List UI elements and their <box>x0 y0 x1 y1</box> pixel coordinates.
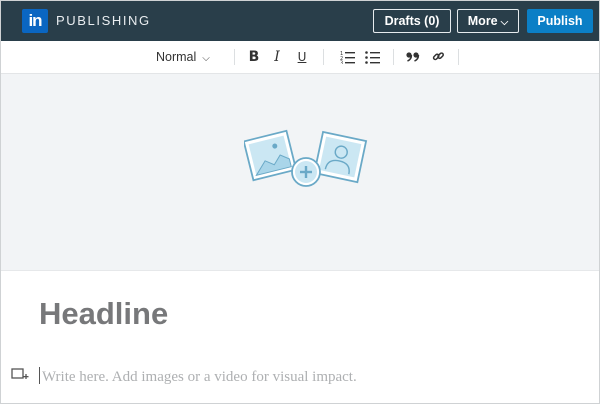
style-value: Normal <box>156 50 197 64</box>
text-caret <box>39 367 40 384</box>
more-button[interactable]: More ⌵ <box>457 9 519 33</box>
italic-button[interactable]: I <box>269 41 285 73</box>
quote-icon[interactable] <box>406 51 420 63</box>
chevron-down-icon: ⌵ <box>202 53 210 64</box>
cover-image-area[interactable] <box>1 74 599 271</box>
toolbar-divider <box>458 49 459 65</box>
chevron-down-icon: ⌵ <box>500 17 509 28</box>
toolbar-divider <box>234 49 235 65</box>
link-icon[interactable] <box>432 50 445 63</box>
formatting-toolbar: Normal ⌵ B I U 1 2 3 <box>1 41 599 74</box>
bold-button[interactable]: B <box>246 41 262 73</box>
drafts-button[interactable]: Drafts (0) <box>373 9 451 33</box>
body-text-input[interactable]: Write here. Add images or a video for vi… <box>39 367 357 385</box>
linkedin-logo[interactable]: in <box>22 9 48 33</box>
add-cover-image-icon[interactable] <box>244 128 368 204</box>
top-bar: in PUBLISHING Drafts (0) More ⌵ Publish <box>1 1 599 41</box>
bullet-list-icon[interactable] <box>365 50 381 64</box>
publish-label: Publish <box>537 14 583 28</box>
svg-text:3: 3 <box>340 61 343 65</box>
publishing-label: PUBLISHING <box>56 13 151 28</box>
ordered-list-icon[interactable]: 1 2 3 <box>340 50 356 64</box>
toolbar-divider <box>323 49 324 65</box>
headline-input[interactable]: Headline <box>39 296 168 332</box>
toolbar-divider <box>393 49 394 65</box>
more-label: More <box>467 14 498 28</box>
add-media-icon[interactable] <box>11 367 29 383</box>
paragraph-style-select[interactable]: Normal ⌵ <box>156 41 210 73</box>
publishing-editor: in PUBLISHING Drafts (0) More ⌵ Publish N… <box>0 0 600 404</box>
underline-button[interactable]: U <box>294 41 310 73</box>
publish-button[interactable]: Publish <box>527 9 593 33</box>
drafts-label: Drafts (0) <box>384 14 440 28</box>
body-placeholder: Write here. Add images or a video for vi… <box>42 369 357 385</box>
